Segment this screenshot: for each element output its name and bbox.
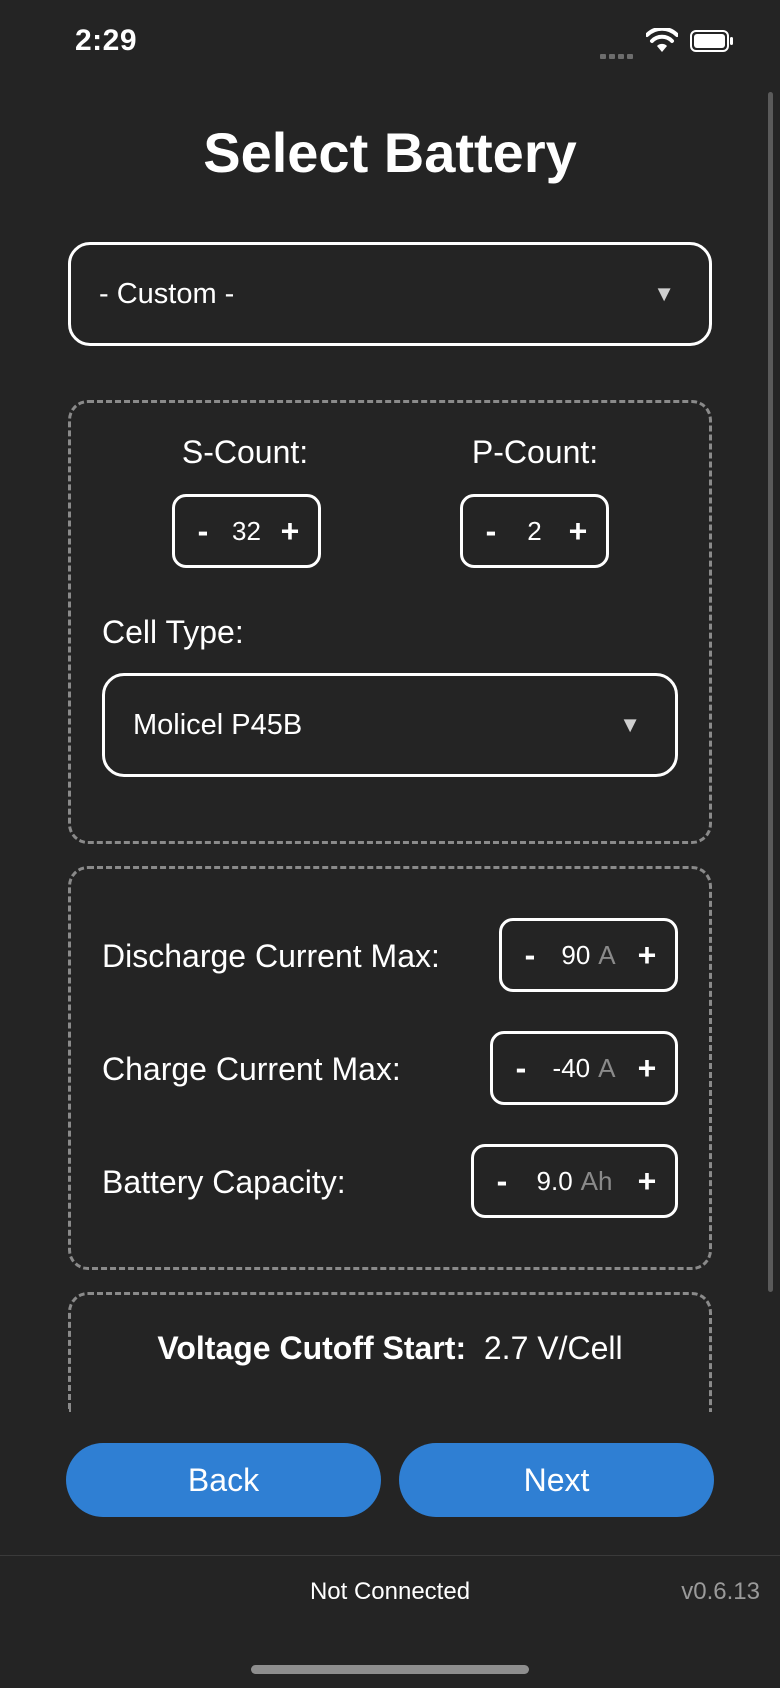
discharge-value-group: 90 A <box>542 940 635 971</box>
charge-value-group: -40 A <box>533 1053 635 1084</box>
charge-unit: A <box>598 1052 616 1083</box>
p-count-increment-button[interactable]: + <box>566 513 590 550</box>
discharge-value[interactable]: 90 <box>561 940 590 970</box>
s-count-stepper: - 32 + <box>172 494 321 568</box>
connection-status: Not Connected <box>309 1578 471 1605</box>
voltage-cutoff-label: Voltage Cutoff Start: <box>157 1330 467 1366</box>
cell-type-label: Cell Type: <box>102 614 244 650</box>
p-count-decrement-button[interactable]: - <box>479 513 503 550</box>
battery-icon <box>690 30 733 52</box>
discharge-current-stepper: - 90 A + <box>499 918 678 992</box>
p-count-label: P-Count: <box>471 434 599 470</box>
s-count-increment-button[interactable]: + <box>278 513 302 550</box>
cell-type-dropdown[interactable]: Molicel P45B ▼ <box>102 673 678 777</box>
voltage-cutoff-value: 2.7 V/Cell <box>483 1330 623 1366</box>
home-indicator[interactable] <box>251 1665 529 1674</box>
capacity-decrement-button[interactable]: - <box>490 1163 514 1200</box>
cellular-signal-icon <box>600 46 636 59</box>
back-button[interactable]: Back <box>66 1443 381 1517</box>
battery-preset-value: - Custom - <box>99 277 235 310</box>
capacity-unit: Ah <box>580 1165 613 1196</box>
battery-capacity-label: Battery Capacity: <box>102 1164 346 1200</box>
s-count-decrement-button[interactable]: - <box>191 513 215 550</box>
battery-preset-dropdown[interactable]: - Custom - ▼ <box>68 242 712 346</box>
s-count-label: S-Count: <box>181 434 309 470</box>
charge-current-label: Charge Current Max: <box>102 1051 401 1087</box>
discharge-decrement-button[interactable]: - <box>518 937 542 974</box>
discharge-increment-button[interactable]: + <box>635 937 659 974</box>
page-title: Select Battery <box>203 121 577 184</box>
charge-value[interactable]: -40 <box>553 1053 591 1083</box>
footer-divider <box>0 1555 780 1556</box>
dropdown-arrow-icon: ▼ <box>653 281 675 306</box>
charge-decrement-button[interactable]: - <box>509 1050 533 1087</box>
cell-type-value: Molicel P45B <box>133 708 303 741</box>
dropdown-arrow-icon: ▼ <box>619 712 641 737</box>
charge-increment-button[interactable]: + <box>635 1050 659 1087</box>
charge-current-stepper: - -40 A + <box>490 1031 678 1105</box>
next-button[interactable]: Next <box>399 1443 714 1517</box>
app-version: v0.6.13 <box>681 1578 760 1605</box>
p-count-value[interactable]: 2 <box>503 516 566 547</box>
p-count-stepper: - 2 + <box>460 494 609 568</box>
voltage-cutoff-row: Voltage Cutoff Start: 2.7 V/Cell <box>0 1330 780 1367</box>
discharge-unit: A <box>598 939 616 970</box>
capacity-value-group: 9.0 Ah <box>514 1166 635 1197</box>
scrollbar[interactable] <box>768 92 773 1292</box>
capacity-increment-button[interactable]: + <box>635 1163 659 1200</box>
status-time: 2:29 <box>75 24 138 57</box>
battery-capacity-stepper: - 9.0 Ah + <box>471 1144 678 1218</box>
discharge-current-label: Discharge Current Max: <box>102 938 440 974</box>
s-count-value[interactable]: 32 <box>215 516 278 547</box>
capacity-value[interactable]: 9.0 <box>537 1166 573 1196</box>
wifi-icon <box>646 28 678 52</box>
